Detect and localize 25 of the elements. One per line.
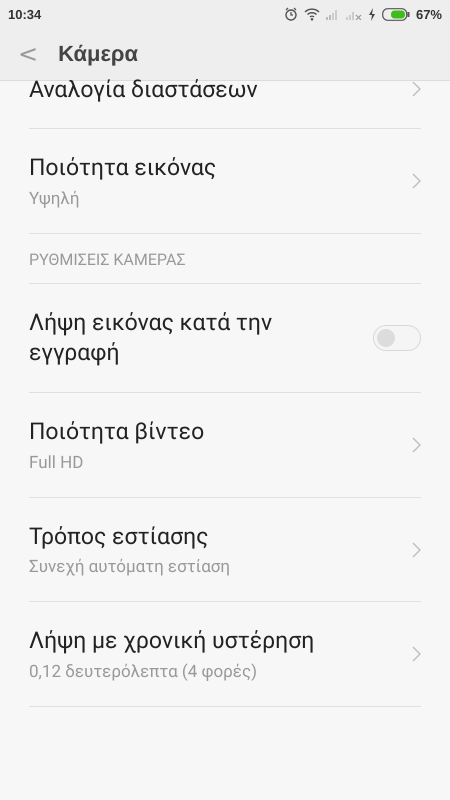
wifi-icon — [304, 8, 320, 20]
setting-title[interactable]: Ποιότητα εικόνας — [29, 153, 412, 183]
alarm-icon — [284, 7, 298, 21]
setting-title[interactable]: Λήψη με χρονική υστέρηση — [29, 626, 412, 656]
chevron-icon — [412, 172, 421, 189]
chevron-icon — [412, 646, 421, 662]
battery-icon — [382, 8, 410, 20]
charging-icon — [368, 8, 376, 20]
setting-value: 0,12 δευτερόλεπτα (4 φορές) — [29, 662, 258, 682]
signal-icon — [326, 8, 340, 20]
setting-title[interactable]: Ποιότητα βίντεο — [29, 416, 412, 447]
setting-title[interactable]: Τρόπος εστίασης — [29, 522, 412, 552]
chevron-icon — [412, 81, 421, 97]
setting-value: Συνεχή αυτόματη εστίαση — [29, 557, 232, 578]
setting-title[interactable]: Αναλογία διαστάσεων — [29, 75, 412, 105]
setting-value: Full HD — [29, 452, 84, 473]
status-time: 10:34 — [8, 6, 42, 22]
chevron-icon — [412, 436, 421, 453]
setting-title: Λήψη εικόνας κατά την εγγραφή — [29, 308, 274, 368]
section-header: ΡΥΘΜΙΣΕΙΣ ΚΑΜΕΡΑΣ — [29, 234, 421, 284]
page-title: Κάμερα — [58, 41, 138, 67]
battery-percent: 67% — [416, 6, 442, 22]
setting-value: Υψηλή — [29, 188, 80, 209]
chevron-icon — [412, 542, 421, 558]
toggle-switch[interactable] — [373, 324, 421, 351]
